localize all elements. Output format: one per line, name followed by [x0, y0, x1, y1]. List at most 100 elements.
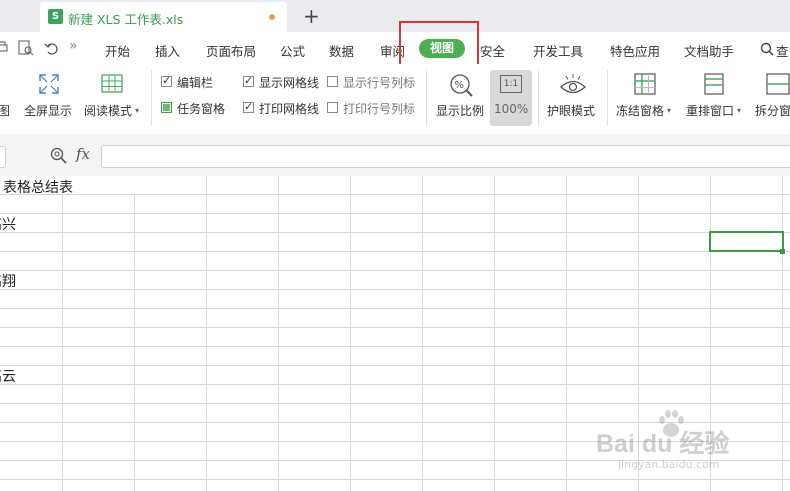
- split-window-label: 拆分窗: [755, 104, 790, 118]
- quick-access-more-icon[interactable]: »: [69, 38, 78, 54]
- ribbon-divider: [151, 70, 152, 126]
- unsaved-dot-icon: [269, 14, 275, 20]
- fullscreen-label: 全屏显示: [24, 104, 73, 118]
- arrange-windows-button[interactable]: 重排窗口 ▾: [686, 70, 746, 126]
- cell-text: 高兴: [0, 217, 16, 233]
- show-gridlines-label: 显示网格线: [259, 76, 320, 90]
- formula-input[interactable]: [101, 145, 790, 168]
- menu-security[interactable]: 安全: [480, 41, 505, 60]
- selected-cell[interactable]: [709, 231, 784, 252]
- grid-column-line: [422, 176, 423, 491]
- zoom-label: 显示比例: [436, 104, 485, 118]
- menu-doc-assistant[interactable]: 文档助手: [684, 41, 734, 60]
- name-box[interactable]: [0, 146, 6, 168]
- freeze-panes-label: 冻结窗格: [616, 104, 665, 118]
- title-cell-text: 表格总结表: [3, 180, 73, 196]
- menu-bar: » 开始 插入 页面布局 公式 数据 审阅 安全 开发工具 特色应用 文档助手 …: [0, 32, 790, 64]
- ribbon-divider: [426, 70, 427, 126]
- zoom-100-label: 100%: [494, 102, 529, 116]
- partial-left-button-label[interactable]: 图: [0, 102, 10, 119]
- grid-row-line: [0, 327, 790, 328]
- grid-row-line: [0, 270, 790, 271]
- watermark-text: Bai du 经验: [596, 430, 730, 458]
- menu-search-label[interactable]: 查: [776, 41, 789, 60]
- grid-row-line: [0, 194, 790, 195]
- grid-column-line: [782, 176, 783, 491]
- menu-formulas[interactable]: 公式: [280, 41, 305, 60]
- new-tab-button[interactable]: +: [303, 4, 320, 28]
- dropdown-arrow-icon: ▾: [667, 106, 672, 115]
- read-mode-grid-icon: [101, 74, 123, 93]
- edit-bar-checkbox[interactable]: [161, 74, 172, 87]
- grid-column-line: [566, 176, 567, 491]
- print-gridlines-label: 打印网格线: [259, 102, 320, 116]
- print-preview-icon[interactable]: [18, 40, 34, 56]
- edit-bar-label: 编辑栏: [177, 76, 214, 90]
- formula-bar: fx: [0, 134, 790, 176]
- menu-data[interactable]: 数据: [329, 41, 354, 60]
- menu-insert[interactable]: 插入: [155, 41, 180, 60]
- print-headers-checkbox[interactable]: [327, 102, 338, 113]
- zoom-button[interactable]: % 显示比例: [436, 70, 486, 126]
- split-window-button[interactable]: 拆分窗: [755, 70, 790, 126]
- show-gridlines-checkbox[interactable]: [243, 74, 254, 87]
- zoom-percent-icon: %: [450, 74, 473, 97]
- eye-icon: [560, 74, 586, 94]
- print-gridlines-checkbox[interactable]: [243, 100, 254, 113]
- menu-special-apps[interactable]: 特色应用: [610, 41, 660, 60]
- one-to-one-icon: 1:1: [500, 75, 522, 93]
- show-headers-label: 显示行号列标: [343, 76, 416, 90]
- read-mode-button[interactable]: 阅读模式 ▾: [84, 70, 144, 126]
- read-mode-label: 阅读模式: [84, 104, 133, 118]
- document-tab-title: 新建 XLS 工作表.xls: [68, 12, 184, 27]
- grid-column-line: [278, 176, 279, 491]
- baidu-watermark-logo: Bai du 经验 jingyan.baidu.com: [596, 408, 756, 488]
- fullscreen-icon: [39, 74, 59, 94]
- arrange-windows-label: 重排窗口: [686, 104, 735, 118]
- grid-row-line: [0, 365, 790, 366]
- cell-text: 高翔: [0, 274, 16, 290]
- zoom-lookup-icon[interactable]: [50, 147, 67, 164]
- grid-row-line: [0, 232, 790, 233]
- show-headers-checkbox[interactable]: [327, 76, 338, 87]
- function-fx-icon[interactable]: fx: [76, 145, 90, 163]
- grid-row-line: [0, 403, 790, 404]
- print-icon[interactable]: [0, 41, 8, 55]
- spreadsheet-file-icon: S: [48, 9, 63, 24]
- menu-developer[interactable]: 开发工具: [533, 41, 583, 60]
- document-tab[interactable]: S 新建 XLS 工作表.xls: [40, 2, 287, 32]
- title-cell[interactable]: 表格总结表: [0, 176, 160, 196]
- freeze-panes-button[interactable]: 冻结窗格 ▾: [616, 70, 676, 126]
- fill-handle[interactable]: [780, 249, 785, 254]
- svg-text:%: %: [455, 80, 465, 91]
- grid-column-line: [62, 176, 63, 491]
- cell[interactable]: 高翔: [0, 271, 62, 290]
- zoom-100-button[interactable]: 1:1 100%: [490, 70, 532, 126]
- task-pane-label: 任务窗格: [177, 102, 226, 116]
- grid-column-line: [494, 176, 495, 491]
- split-window-icon: [766, 73, 790, 95]
- ribbon-divider: [538, 70, 539, 126]
- search-icon[interactable]: [760, 42, 774, 56]
- grid-row-line: [0, 213, 790, 214]
- dropdown-arrow-icon: ▾: [135, 106, 140, 115]
- eye-protection-button[interactable]: 护眼模式: [547, 70, 599, 126]
- menu-home[interactable]: 开始: [105, 41, 130, 60]
- task-pane-checkbox[interactable]: [161, 102, 172, 113]
- watermark-url: jingyan.baidu.com: [618, 458, 720, 471]
- undo-icon[interactable]: [44, 41, 58, 55]
- grid-row-line: [0, 384, 790, 385]
- cell[interactable]: 高兴: [0, 214, 62, 233]
- grid-column-line: [134, 176, 135, 491]
- dropdown-arrow-icon: ▾: [737, 106, 742, 115]
- grid-column-line: [206, 176, 207, 491]
- ribbon-divider: [607, 70, 608, 126]
- fullscreen-button[interactable]: 全屏显示: [24, 70, 76, 126]
- print-headers-label: 打印行号列标: [343, 102, 416, 116]
- title-bar: S 新建 XLS 工作表.xls +: [0, 0, 790, 32]
- cell[interactable]: 高云: [0, 366, 62, 385]
- menu-page-layout[interactable]: 页面布局: [206, 41, 256, 60]
- grid-row-line: [0, 289, 790, 290]
- arrange-windows-icon: [704, 73, 724, 95]
- ribbon-toolbar: 图 全屏显示 阅读模式 ▾ 编辑栏 任务窗格 显示网格线 打印网格线 显示行号列…: [0, 64, 790, 135]
